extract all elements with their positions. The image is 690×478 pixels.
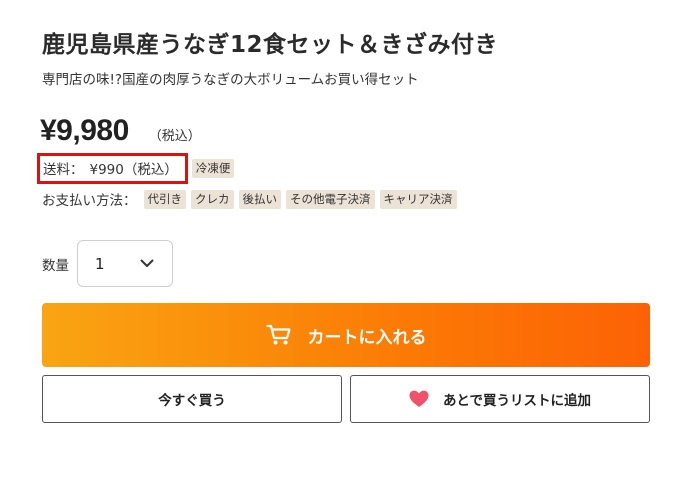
heart-icon <box>409 390 443 408</box>
product-price: ¥9,980 <box>40 114 129 147</box>
shipping-fee: ¥990（税込） <box>89 162 178 178</box>
payment-methods-row: お支払い方法： 代引き クレカ 後払い その他電子決済 キャリア決済 <box>42 189 457 209</box>
add-to-cart-button[interactable]: カートに入れる <box>42 303 650 367</box>
quantity-select[interactable]: 1 <box>77 240 173 287</box>
payment-tag-credit-card: クレカ <box>191 189 234 209</box>
payment-tag-deferred: 後払い <box>238 189 281 209</box>
payment-tag-e-payment: その他電子決済 <box>286 189 375 209</box>
shipping-row: 送料： ¥990（税込） 冷凍便 <box>37 153 235 184</box>
quantity-value: 1 <box>95 254 105 273</box>
quantity-row: 数量 1 <box>42 240 173 287</box>
payment-label: お支払い方法： <box>42 193 137 209</box>
payment-tag-cod: 代引き <box>143 189 186 209</box>
add-to-cart-label: カートに入れる <box>307 327 427 348</box>
payment-tags: 代引き クレカ 後払い その他電子決済 キャリア決済 <box>143 189 457 209</box>
chevron-down-icon <box>140 259 154 268</box>
payment-tag-carrier: キャリア決済 <box>379 189 457 209</box>
frozen-delivery-tag: 冷凍便 <box>191 159 235 178</box>
wishlist-label: あとで買うリストに追加 <box>442 393 592 409</box>
shipping-fee-highlight: 送料： ¥990（税込） <box>37 153 188 184</box>
product-title: 鹿児島県産うなぎ12食セット＆きざみ付き <box>42 32 499 58</box>
shipping-label: 送料： <box>43 162 84 178</box>
quantity-label: 数量 <box>42 257 69 274</box>
tax-included-note: （税込） <box>148 129 201 144</box>
buy-now-button[interactable]: 今すぐ買う <box>42 375 342 423</box>
cart-icon <box>265 324 308 346</box>
price-row: ¥9,980 （税込） <box>40 114 201 148</box>
product-subtitle: 専門店の味!?国産の肉厚うなぎの大ボリュームお買い得セット <box>42 72 419 88</box>
add-to-wishlist-button[interactable]: あとで買うリストに追加 <box>350 375 650 423</box>
buy-now-label: 今すぐ買う <box>158 393 226 409</box>
